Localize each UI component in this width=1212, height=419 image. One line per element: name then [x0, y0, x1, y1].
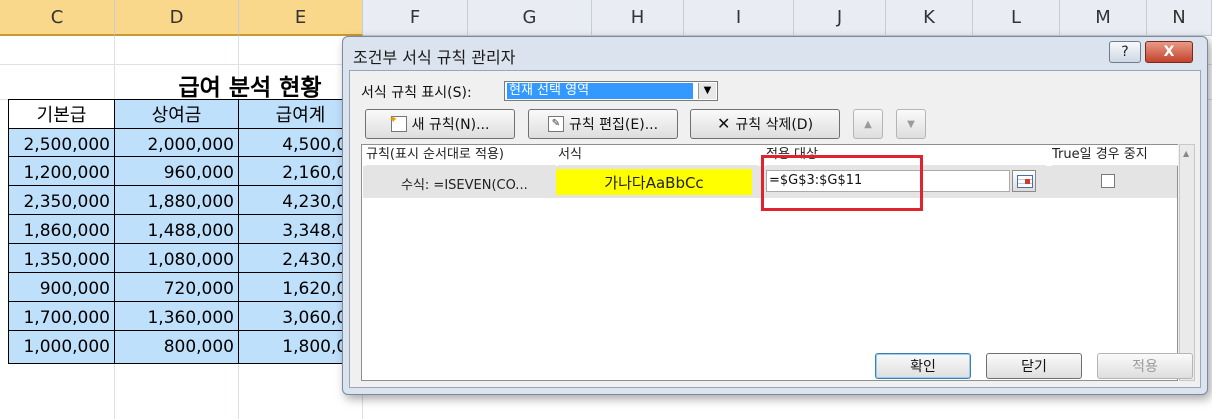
scroll-up-icon[interactable]: ▲	[1183, 149, 1189, 158]
column-header-h[interactable]: H	[592, 0, 684, 36]
ok-label: 확인	[910, 359, 936, 375]
move-down-button[interactable]: ▼	[896, 109, 926, 139]
apply-button[interactable]: 적용	[1097, 353, 1193, 379]
column-header-format[interactable]: 서식	[558, 145, 758, 166]
show-rules-label: 서식 규칙 표시(S):	[361, 85, 472, 101]
column-header-j[interactable]: J	[794, 0, 886, 36]
column-header-c[interactable]: C	[0, 0, 115, 36]
column-header-i[interactable]: I	[684, 0, 794, 36]
dialog-title: 조건부 서식 규칙 관리자	[353, 48, 516, 67]
stop-if-true-checkbox[interactable]	[1101, 174, 1115, 188]
edit-rule-icon: ✎	[547, 116, 564, 132]
range-select-marker	[1025, 179, 1030, 184]
column-header-f[interactable]: F	[363, 0, 468, 36]
edit-rule-button[interactable]: ✎ 규칙 편집(E)...	[528, 109, 678, 139]
show-rules-dropdown[interactable]: 현재 선택 영역 ▼	[504, 81, 718, 101]
rule-formula: 수식: =ISEVEN(CO...	[401, 178, 528, 193]
triangle-up-icon: ▲	[864, 118, 872, 130]
delete-rule-button[interactable]: ✕ 규칙 삭제(D)	[690, 109, 840, 139]
close-button[interactable]: X	[1145, 41, 1193, 63]
column-header-rule[interactable]: 규칙(표시 순서대로 적용)	[366, 145, 556, 166]
close-dialog-button[interactable]: 닫기	[986, 353, 1082, 379]
table-cell[interactable]: 800,000	[114, 330, 239, 364]
dialog-body: 서식 규칙 표시(S): 현재 선택 영역 ▼ ✦ 새 규칙(N)... ✎ 규…	[349, 70, 1201, 388]
format-preview: 가나다AaBbCc	[556, 169, 752, 195]
column-header-m[interactable]: M	[1060, 0, 1147, 36]
delete-icon: ✕	[716, 114, 731, 133]
rules-list-scrollbar[interactable]: ▲ ▼	[1179, 144, 1195, 381]
table-cell[interactable]: 1,000,000	[8, 330, 115, 364]
ok-button[interactable]: 확인	[875, 353, 971, 379]
table-header-base-pay[interactable]: 기본급	[8, 99, 115, 129]
help-button[interactable]: ?	[1109, 41, 1141, 63]
column-header-stop-if-true[interactable]: True일 경우 중지	[1052, 145, 1178, 166]
column-header-g[interactable]: G	[468, 0, 592, 36]
column-header-n[interactable]: N	[1147, 0, 1212, 36]
triangle-down-icon: ▼	[907, 118, 915, 130]
delete-rule-label: 규칙 삭제(D)	[735, 117, 814, 133]
apply-label: 적용	[1132, 359, 1158, 375]
close-icon: X	[1163, 44, 1175, 60]
column-header-k[interactable]: K	[886, 0, 973, 36]
edit-rule-label: 규칙 편집(E)...	[568, 117, 659, 133]
new-rule-button[interactable]: ✦ 새 규칙(N)...	[365, 109, 515, 139]
conditional-formatting-rules-manager-dialog: 조건부 서식 규칙 관리자 ? X 서식 규칙 표시(S): 현재 선택 영역 …	[342, 36, 1208, 395]
column-header-e[interactable]: E	[239, 0, 363, 36]
chevron-down-icon[interactable]: ▼	[698, 83, 716, 99]
highlight-annotation-box	[761, 155, 923, 211]
column-header-d[interactable]: D	[115, 0, 239, 36]
table-header-bonus[interactable]: 상여금	[114, 99, 239, 129]
new-rule-label: 새 규칙(N)...	[411, 117, 490, 133]
close-dialog-label: 닫기	[1021, 359, 1047, 375]
range-picker-button[interactable]	[1012, 170, 1036, 192]
help-icon: ?	[1121, 44, 1129, 60]
column-header-l[interactable]: L	[973, 0, 1060, 36]
show-rules-value: 현재 선택 영역	[507, 83, 693, 99]
move-up-button[interactable]: ▲	[853, 109, 883, 139]
new-rule-icon: ✦	[389, 113, 407, 132]
